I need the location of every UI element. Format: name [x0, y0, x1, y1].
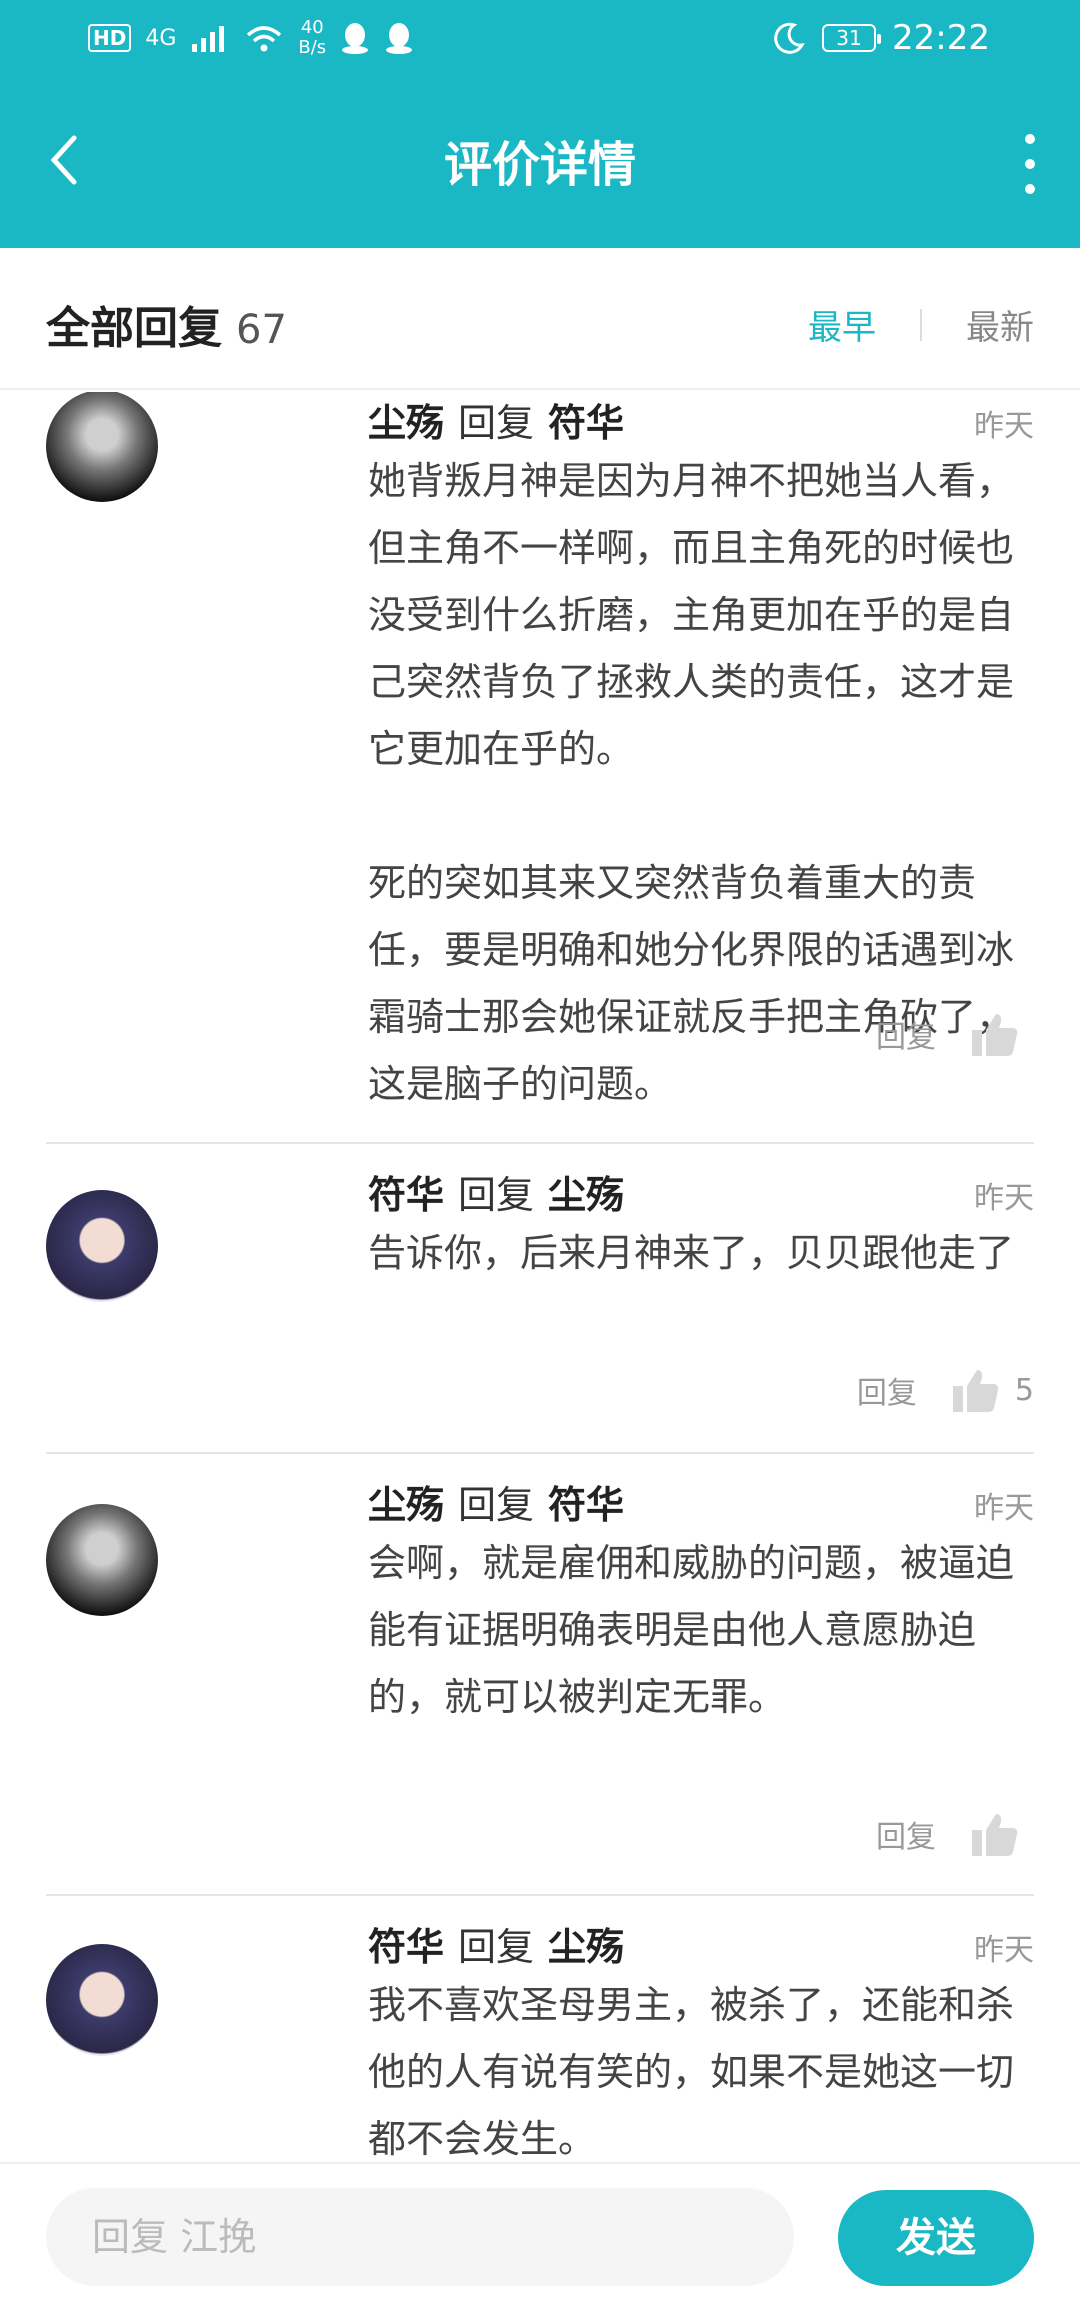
net-speed: 40 B/s — [298, 18, 326, 58]
signal-icon — [192, 26, 225, 52]
comment-item: 符华 回复 尘殇 昨天 告诉你，后来月神来了，贝贝跟他走了 回复 5 — [46, 1164, 1034, 1454]
more-button[interactable] — [1020, 134, 1040, 194]
comment-actions: 回复 — [876, 1812, 1034, 1856]
reply-word: 回复 — [458, 1173, 535, 1217]
like-button[interactable]: 5 — [952, 1368, 1034, 1412]
status-right: 31 22:22 — [772, 18, 990, 58]
comment-header: 符华 回复 尘殇 昨天 — [368, 1916, 1034, 1972]
top-bar: HD 4G 40 B/s 31 22:22 评价详情 — [0, 0, 1080, 248]
all-replies-label: 全部回复 — [46, 303, 222, 354]
comment-item: 尘殇 回复 符华 昨天 会啊，就是雇佣和威胁的问题，被逼迫能有证据明确表明是由他… — [46, 1474, 1034, 1896]
page-title: 评价详情 — [443, 137, 636, 193]
comment-list[interactable]: 尘殇 回复 符华 昨天 她背叛月神是因为月神不把她当人看，但主角不一样啊，而且主… — [0, 392, 1080, 2162]
comment-author[interactable]: 符华 — [368, 1164, 444, 1219]
wifi-icon — [247, 26, 282, 52]
comment-author[interactable]: 尘殇 — [368, 1474, 444, 1529]
more-vertical-icon — [1025, 184, 1035, 194]
comment-text: 告诉你，后来月神来了，贝贝跟他走了 — [368, 1231, 1015, 1275]
net-speed-unit: B/s — [298, 37, 327, 58]
comment-time: 昨天 — [974, 1181, 1034, 1216]
network-label: 4G — [145, 25, 177, 51]
more-vertical-icon — [1025, 159, 1035, 169]
sort-latest-tab[interactable]: 最新 — [966, 300, 1034, 349]
status-time: 22:22 — [892, 18, 990, 58]
like-count: 5 — [1014, 1372, 1034, 1408]
thumbs-up-icon — [972, 1014, 1018, 1056]
comment-author[interactable]: 尘殇 — [368, 392, 444, 447]
hd-badge: HD — [88, 24, 132, 52]
reply-word: 回复 — [458, 401, 535, 445]
comment-header: 尘殇 回复 符华 昨天 — [368, 392, 1034, 448]
thumbs-up-icon — [952, 1370, 999, 1412]
comment-author[interactable]: 符华 — [368, 1916, 444, 1971]
comment-item: 符华 回复 尘殇 昨天 我不喜欢圣母男主，被杀了，还能和杀他的人有说有笑的，如果… — [46, 1916, 1034, 2162]
more-vertical-icon — [1025, 134, 1035, 144]
avatar[interactable] — [46, 392, 158, 502]
reply-input[interactable] — [46, 2188, 794, 2286]
avatar[interactable] — [46, 1504, 158, 1616]
reply-button[interactable]: 回复 — [876, 1812, 936, 1856]
status-bar: HD 4G 40 B/s 31 22:22 — [0, 0, 1080, 80]
comment-time: 昨天 — [974, 1491, 1034, 1526]
reply-sort-bar: 全部回复 67 最早 最新 — [0, 248, 1080, 390]
battery-icon: 31 — [822, 24, 882, 52]
comment-time: 昨天 — [974, 1933, 1034, 1968]
reply-button[interactable]: 回复 — [857, 1368, 917, 1412]
thumbs-up-icon — [972, 1814, 1018, 1856]
avatar[interactable] — [46, 1944, 158, 2056]
reply-target[interactable]: 符华 — [548, 392, 624, 447]
comment-item: 尘殇 回复 符华 昨天 她背叛月神是因为月神不把她当人看，但主角不一样啊，而且主… — [46, 392, 1034, 1144]
sort-divider — [920, 308, 922, 341]
status-left: HD 4G 40 B/s — [88, 18, 414, 58]
comment-time: 昨天 — [974, 409, 1034, 444]
send-button[interactable]: 发送 — [838, 2190, 1034, 2286]
comment-text: 我不喜欢圣母男主，被杀了，还能和杀他的人有说有笑的，如果不是她这一切都不会发生。 — [368, 1983, 1015, 2161]
reply-target[interactable]: 尘殇 — [548, 1916, 624, 1971]
reply-word: 回复 — [458, 1483, 535, 1527]
reply-target[interactable]: 尘殇 — [548, 1164, 624, 1219]
all-replies-heading: 全部回复 67 — [46, 292, 287, 356]
reply-composer: 发送 — [0, 2162, 1080, 2312]
sort-earliest-tab[interactable]: 最早 — [808, 300, 876, 349]
reply-button[interactable]: 回复 — [876, 1012, 936, 1056]
reply-target[interactable]: 符华 — [548, 1474, 624, 1529]
comment-actions: 回复 5 — [857, 1368, 1034, 1412]
moon-icon — [774, 22, 805, 54]
reply-count: 67 — [236, 307, 287, 353]
comment-header: 尘殇 回复 符华 昨天 — [368, 1474, 1034, 1530]
like-button[interactable] — [972, 1812, 1034, 1856]
like-button[interactable] — [972, 1012, 1034, 1056]
comment-text: 会啊，就是雇佣和威胁的问题，被逼迫能有证据明确表明是由他人意愿胁迫的，就可以被判… — [368, 1541, 1015, 1719]
net-speed-value: 40 — [300, 17, 324, 38]
qq-icon — [342, 23, 369, 54]
app-header: 评价详情 — [0, 90, 1080, 240]
comment-actions: 回复 — [876, 1012, 1034, 1056]
qq-icon — [386, 23, 413, 54]
comment-header: 符华 回复 尘殇 昨天 — [368, 1164, 1034, 1220]
avatar[interactable] — [46, 1190, 158, 1302]
sort-options: 最早 最新 — [808, 300, 1034, 349]
reply-word: 回复 — [458, 1925, 535, 1969]
